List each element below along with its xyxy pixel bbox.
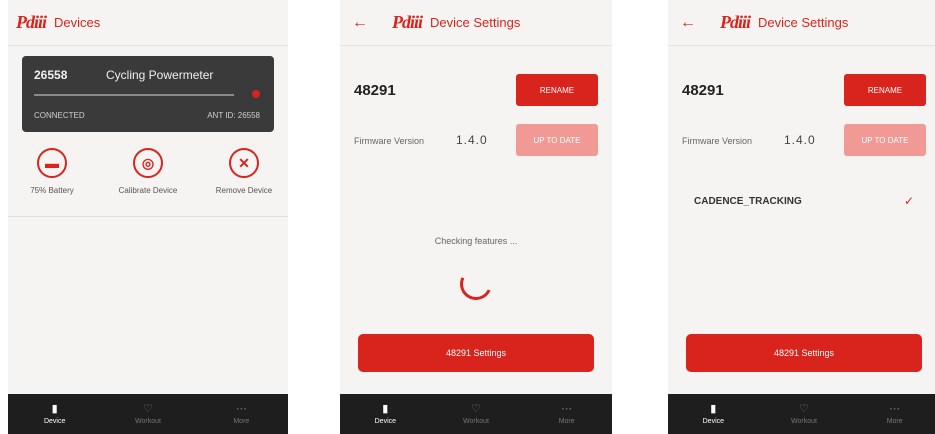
device-number: 48291: [682, 82, 724, 99]
remove-label: Remove Device: [215, 186, 273, 195]
device-card[interactable]: 26558 Cycling Powermeter CONNECTED ANT I…: [22, 56, 274, 132]
feature-row[interactable]: CADENCE_TRACKING ✓: [694, 192, 914, 212]
device-icon: ▮: [51, 403, 58, 415]
nav-device-label: Device: [43, 418, 66, 425]
calibrate-label: Calibrate Device: [118, 186, 178, 195]
app-bar: ← Pdiii Device Settings: [340, 0, 612, 46]
device-id: 26558: [34, 68, 68, 82]
status-dot-icon: [252, 90, 260, 98]
page-title: Device Settings: [430, 15, 521, 30]
nav-more-label: More: [558, 418, 575, 425]
firmware-label: Firmware Version: [682, 136, 753, 146]
nav-device[interactable]: ▮ Device: [8, 394, 101, 434]
device-icon: ▮: [710, 403, 717, 415]
bottom-nav: ▮ Device ♡ Workout ⋯ More: [340, 394, 612, 434]
more-icon: ⋯: [889, 403, 901, 415]
workout-icon: ♡: [143, 403, 153, 415]
firmware-row: Firmware Version 1.4.0 UP TO DATE: [682, 124, 926, 156]
nav-workout[interactable]: ♡ Workout: [101, 394, 194, 434]
nav-more[interactable]: ⋯ More: [849, 394, 935, 434]
device-settings-button[interactable]: 48291 Settings: [686, 334, 922, 372]
more-icon: ⋯: [561, 403, 573, 415]
nav-workout-label: Workout: [791, 418, 817, 425]
divider: [8, 216, 288, 217]
firmware-label: Firmware Version: [354, 136, 425, 146]
page-title: Devices: [54, 15, 101, 30]
nav-workout[interactable]: ♡ Workout: [759, 394, 850, 434]
brand-logo: Pdiii: [720, 12, 751, 32]
calibrate-device-button[interactable]: ◎ Calibrate Device: [108, 148, 188, 195]
brand-logo: Pdiii: [16, 12, 47, 32]
rename-button[interactable]: RENAME: [844, 74, 926, 106]
nav-more[interactable]: ⋯ More: [521, 394, 612, 434]
workout-icon: ♡: [799, 403, 809, 415]
up-to-date-button[interactable]: UP TO DATE: [516, 124, 598, 156]
device-name: Cycling Powermeter: [106, 68, 214, 82]
loading-spinner-icon: [455, 263, 497, 305]
more-icon: ⋯: [235, 403, 247, 415]
nav-workout-label: Workout: [463, 418, 489, 425]
nav-workout-label: Workout: [135, 418, 161, 425]
app-bar: ← Pdiii Device Settings: [668, 0, 935, 46]
workout-icon: ♡: [471, 403, 481, 415]
remove-device-button[interactable]: ✕ Remove Device: [204, 148, 284, 195]
nav-workout[interactable]: ♡ Workout: [431, 394, 522, 434]
app-bar: Pdiii Devices: [8, 0, 288, 46]
device-row: 48291 RENAME: [682, 74, 926, 106]
page-title: Device Settings: [758, 15, 849, 30]
firmware-version: 1.4.0: [784, 133, 816, 147]
device-actions: ▬ 75% Battery ◎ Calibrate Device ✕ Remov…: [12, 148, 284, 195]
nav-device[interactable]: ▮ Device: [340, 394, 431, 434]
device-number: 48291: [354, 82, 396, 99]
checking-features-text: Checking features ...: [434, 236, 518, 246]
nav-device-label: Device: [374, 418, 397, 425]
nav-more-label: More: [233, 418, 250, 425]
check-icon: ✓: [903, 194, 914, 208]
firmware-version: 1.4.0: [456, 133, 488, 147]
brand-logo: Pdiii: [392, 12, 423, 32]
device-settings-screen-checking: ← Pdiii Device Settings 48291 RENAME Fir…: [340, 0, 612, 434]
battery-action[interactable]: ▬ 75% Battery: [12, 148, 92, 195]
device-settings-screen-features: ← Pdiii Device Settings 48291 RENAME Fir…: [668, 0, 935, 434]
device-icon: ▮: [382, 403, 389, 415]
up-to-date-button[interactable]: UP TO DATE: [844, 124, 926, 156]
remove-icon: ✕: [229, 148, 259, 178]
bottom-nav: ▮ Device ♡ Workout ⋯ More: [8, 394, 288, 434]
feature-name: CADENCE_TRACKING: [694, 196, 802, 207]
calibrate-icon: ◎: [133, 148, 163, 178]
battery-icon: ▬: [37, 148, 67, 178]
device-row: 48291 RENAME: [354, 74, 598, 106]
device-settings-button[interactable]: 48291 Settings: [358, 334, 594, 372]
firmware-row: Firmware Version 1.4.0 UP TO DATE: [354, 124, 598, 156]
devices-screen: Pdiii Devices 26558 Cycling Powermeter C…: [8, 0, 288, 434]
nav-device[interactable]: ▮ Device: [668, 394, 759, 434]
battery-label: 75% Battery: [30, 186, 74, 195]
back-arrow-icon[interactable]: ←: [352, 14, 368, 32]
back-arrow-icon[interactable]: ←: [680, 14, 696, 32]
rename-button[interactable]: RENAME: [516, 74, 598, 106]
bottom-nav: ▮ Device ♡ Workout ⋯ More: [668, 394, 935, 434]
nav-more-label: More: [886, 418, 903, 425]
connection-status: CONNECTED: [34, 111, 85, 120]
nav-device-label: Device: [702, 418, 725, 425]
ant-id: ANT ID: 26558: [207, 111, 260, 120]
signal-bar: [34, 94, 234, 96]
nav-more[interactable]: ⋯ More: [195, 394, 288, 434]
